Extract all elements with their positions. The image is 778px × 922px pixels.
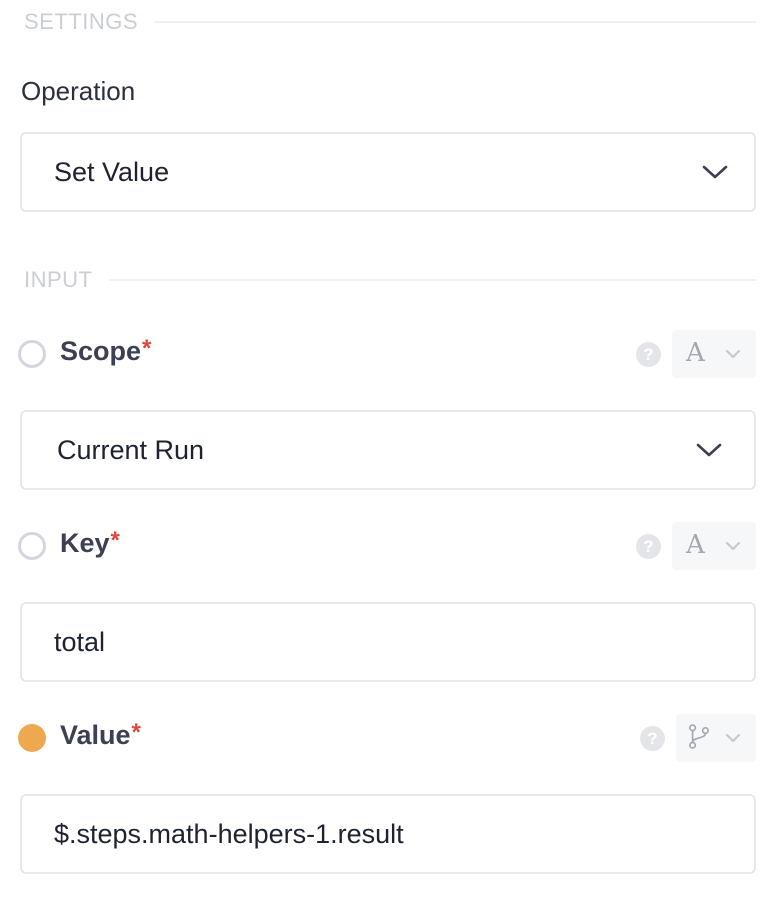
scope-select-value: Current Run	[57, 434, 205, 465]
help-icon[interactable]: ?	[640, 726, 665, 751]
value-input[interactable]: $.steps.math-helpers-1.result	[20, 794, 756, 874]
settings-section-title: SETTINGS	[0, 9, 155, 35]
scope-toggle-radio[interactable]	[18, 340, 46, 368]
scope-type-selector[interactable]: A	[672, 330, 756, 378]
value-type-selector[interactable]	[676, 714, 756, 762]
branch-icon	[689, 724, 709, 749]
required-marker: *	[110, 527, 120, 554]
input-section-title: INPUT	[0, 267, 109, 293]
key-label-text: Key	[60, 528, 110, 558]
chevron-down-icon	[726, 734, 740, 742]
operation-select[interactable]: Set Value	[20, 132, 756, 212]
chevron-down-icon	[726, 350, 740, 358]
operation-select-value: Set Value	[54, 156, 170, 187]
chevron-down-icon	[726, 542, 740, 550]
key-toggle-radio[interactable]	[18, 532, 46, 560]
key-field-header: Key* ? A	[0, 522, 778, 570]
key-input[interactable]: total	[20, 602, 756, 682]
value-input-value: $.steps.math-helpers-1.result	[54, 818, 404, 849]
value-toggle-radio[interactable]	[18, 724, 46, 752]
key-type-selector[interactable]: A	[672, 522, 756, 570]
text-type-icon: A	[686, 530, 705, 560]
text-type-icon: A	[686, 338, 705, 368]
value-label-text: Value	[60, 720, 131, 750]
required-marker: *	[131, 719, 141, 746]
key-input-value: total	[54, 626, 106, 657]
section-divider	[108, 279, 756, 281]
section-divider	[154, 21, 756, 23]
value-field-header: Value* ?	[0, 714, 778, 762]
value-label: Value*	[60, 719, 141, 751]
key-label: Key*	[60, 527, 120, 559]
scope-label-text: Scope	[60, 336, 142, 366]
operation-label: Operation	[21, 76, 136, 106]
scope-label: Scope*	[60, 335, 152, 367]
settings-section-header: SETTINGS	[0, 9, 756, 35]
required-marker: *	[142, 335, 152, 362]
chevron-down-icon	[702, 165, 728, 179]
help-icon[interactable]: ?	[636, 342, 661, 367]
input-section-header: INPUT	[0, 267, 756, 293]
help-icon[interactable]: ?	[636, 534, 661, 559]
chevron-down-icon	[696, 443, 722, 457]
scope-field-header: Scope* ? A	[0, 330, 778, 378]
scope-select[interactable]: Current Run	[20, 410, 756, 490]
